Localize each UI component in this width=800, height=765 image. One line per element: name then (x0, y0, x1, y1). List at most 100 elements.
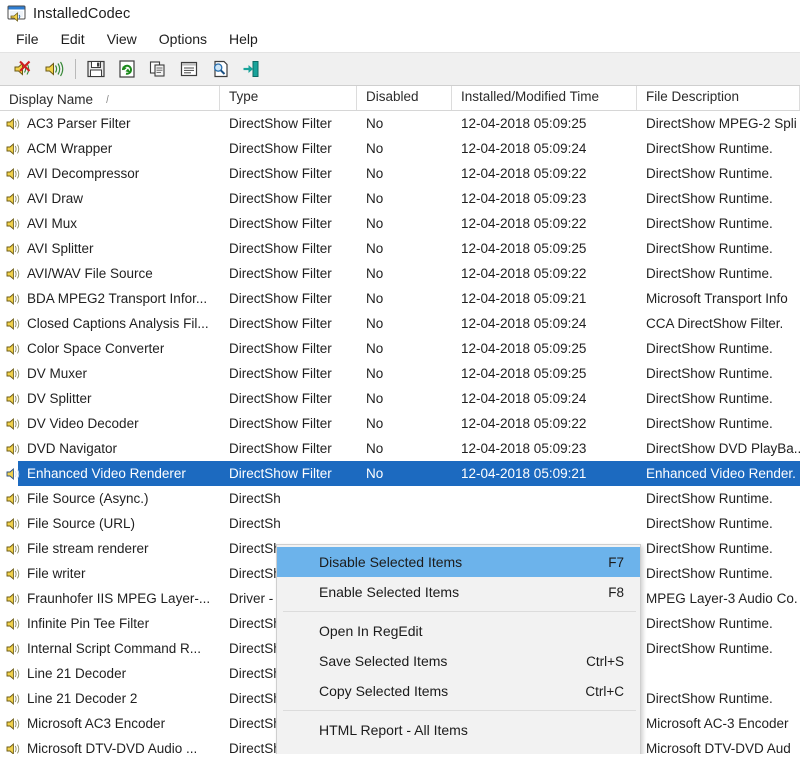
table-row[interactable]: AVI DecompressorDirectShow FilterNo12-04… (0, 161, 800, 186)
cell-display-name: DVD Navigator (0, 441, 220, 457)
cell-file-description: MPEG Layer-3 Audio Co. (637, 591, 800, 606)
cell-disabled: No (357, 316, 452, 331)
context-menu-item[interactable]: Save Selected ItemsCtrl+S (277, 646, 640, 676)
cell-disabled: No (357, 366, 452, 381)
toolbar-separator (75, 59, 76, 79)
table-row[interactable]: AVI MuxDirectShow FilterNo12-04-2018 05:… (0, 211, 800, 236)
cell-display-name: File stream renderer (0, 541, 220, 557)
disable-speaker-icon[interactable] (10, 56, 36, 82)
cell-installed-modified-time: 12-04-2018 05:09:25 (452, 366, 637, 381)
context-menu-item-shortcut: F7 (608, 555, 624, 570)
cell-file-description: DirectShow Runtime. (637, 166, 800, 181)
context-menu-item-label: Copy Selected Items (319, 683, 448, 699)
copy-pages-icon[interactable] (145, 56, 171, 82)
context-menu[interactable]: Disable Selected ItemsF7Enable Selected … (276, 544, 641, 754)
cell-display-name: AVI Splitter (0, 241, 220, 257)
codec-speaker-icon (5, 216, 24, 232)
cell-file-description: DirectShow Runtime. (637, 241, 800, 256)
menu-help[interactable]: Help (218, 30, 269, 49)
display-name-label: Infinite Pin Tee Filter (24, 616, 149, 631)
table-row[interactable]: DV Video DecoderDirectShow FilterNo12-04… (0, 411, 800, 436)
table-row[interactable]: DV SplitterDirectShow FilterNo12-04-2018… (0, 386, 800, 411)
display-name-label: DV Muxer (24, 366, 87, 381)
display-name-label: BDA MPEG2 Transport Infor... (24, 291, 207, 306)
floppy-disk-icon[interactable] (83, 56, 109, 82)
cell-installed-modified-time: 12-04-2018 05:09:22 (452, 216, 637, 231)
codec-speaker-icon (5, 741, 24, 755)
cell-display-name: Infinite Pin Tee Filter (0, 616, 220, 632)
codec-speaker-icon (5, 616, 24, 632)
cell-file-description: Microsoft Transport Info (637, 291, 800, 306)
refresh-page-icon[interactable] (114, 56, 140, 82)
cell-file-description: CCA DirectShow Filter. (637, 316, 800, 331)
exit-door-icon[interactable] (238, 56, 264, 82)
table-row[interactable]: AVI SplitterDirectShow FilterNo12-04-201… (0, 236, 800, 261)
codec-speaker-icon (5, 366, 24, 382)
context-menu-item[interactable]: Enable Selected ItemsF8 (277, 577, 640, 607)
menu-options[interactable]: Options (148, 30, 218, 49)
table-row[interactable]: DV Muxer DirectShow FilterNo12-04-2018 05… (0, 361, 800, 386)
cell-disabled: No (357, 391, 452, 406)
codec-list-view[interactable]: Display Name/ Type Disabled Installed/Mo… (0, 86, 800, 754)
cell-installed-modified-time: 12-04-2018 05:09:24 (452, 141, 637, 156)
cell-file-description: DirectShow DVD PlayBa.. (637, 441, 800, 456)
enable-speaker-icon[interactable] (41, 56, 67, 82)
context-menu-item[interactable]: HTML Report - Selected Items (277, 745, 640, 754)
codec-speaker-icon (5, 191, 24, 207)
cell-display-name: Internal Script Command R... (0, 641, 220, 657)
context-menu-item-label: HTML Report - All Items (319, 722, 468, 738)
menu-file[interactable]: File (10, 30, 50, 49)
cell-file-description: DirectShow Runtime. (637, 216, 800, 231)
column-header-type[interactable]: Type (220, 86, 357, 110)
context-menu-item[interactable]: Disable Selected ItemsF7 (277, 547, 640, 577)
table-row[interactable]: AVI DrawDirectShow FilterNo12-04-2018 05… (0, 186, 800, 211)
context-menu-separator (283, 710, 636, 711)
cell-file-description: DirectShow Runtime. (637, 641, 800, 656)
cell-type: DirectShow Filter (220, 366, 357, 381)
menu-edit[interactable]: Edit (50, 30, 96, 49)
table-row[interactable]: Closed Captions Analysis Fil...DirectSho… (0, 311, 800, 336)
cell-display-name: Fraunhofer IIS MPEG Layer-... (0, 591, 220, 607)
column-header-installed-modified-time[interactable]: Installed/Modified Time (452, 86, 637, 110)
cell-display-name: Microsoft DTV-DVD Audio ... (0, 741, 220, 755)
table-row[interactable]: Color Space ConverterDirectShow FilterNo… (0, 336, 800, 361)
table-row[interactable]: Enhanced Video RendererDirectShow Filter… (0, 461, 800, 486)
cell-display-name: Line 21 Decoder 2 (0, 691, 220, 707)
properties-window-icon[interactable] (176, 56, 202, 82)
context-menu-item[interactable]: HTML Report - All Items (277, 715, 640, 745)
table-row[interactable]: AVI/WAV File SourceDirectShow FilterNo12… (0, 261, 800, 286)
list-header-row: Display Name/ Type Disabled Installed/Mo… (0, 86, 800, 111)
column-header-file-description[interactable]: File Description (637, 86, 800, 110)
cell-disabled: No (357, 166, 452, 181)
cell-display-name: AVI/WAV File Source (0, 266, 220, 282)
cell-disabled: No (357, 241, 452, 256)
context-menu-separator (283, 611, 636, 612)
cell-file-description: DirectShow Runtime. (637, 516, 800, 531)
column-header-display-name[interactable]: Display Name/ (0, 86, 220, 110)
sort-indicator-icon: / (106, 94, 108, 106)
display-name-label: ACM Wrapper (24, 141, 112, 156)
cell-file-description: DirectShow Runtime. (637, 266, 800, 281)
cell-type: DirectShow Filter (220, 166, 357, 181)
table-row[interactable]: BDA MPEG2 Transport Infor...DirectShow F… (0, 286, 800, 311)
cell-disabled: No (357, 341, 452, 356)
table-row[interactable]: File Source (URL)DirectShDirectShow Runt… (0, 511, 800, 536)
codec-speaker-icon (5, 266, 24, 282)
table-row[interactable]: DVD NavigatorDirectShow FilterNo12-04-20… (0, 436, 800, 461)
table-row[interactable]: AC3 Parser FilterDirectShow FilterNo12-0… (0, 111, 800, 136)
cell-type: DirectShow Filter (220, 466, 357, 481)
column-header-disabled[interactable]: Disabled (357, 86, 452, 110)
table-row[interactable]: File Source (Async.)DirectShDirectShow R… (0, 486, 800, 511)
cell-display-name: DV Muxer (0, 366, 220, 382)
context-menu-item[interactable]: Copy Selected ItemsCtrl+C (277, 676, 640, 706)
window-title: InstalledCodec (33, 6, 130, 22)
app-window-speaker-icon (7, 4, 26, 23)
table-row[interactable]: ACM WrapperDirectShow FilterNo12-04-2018… (0, 136, 800, 161)
page-magnifier-icon[interactable] (207, 56, 233, 82)
display-name-label: Internal Script Command R... (24, 641, 201, 656)
menu-view[interactable]: View (96, 30, 148, 49)
context-menu-item[interactable]: Open In RegEdit (277, 616, 640, 646)
cell-file-description: DirectShow Runtime. (637, 366, 800, 381)
cell-file-description: DirectShow Runtime. (637, 191, 800, 206)
display-name-label: File stream renderer (24, 541, 149, 556)
